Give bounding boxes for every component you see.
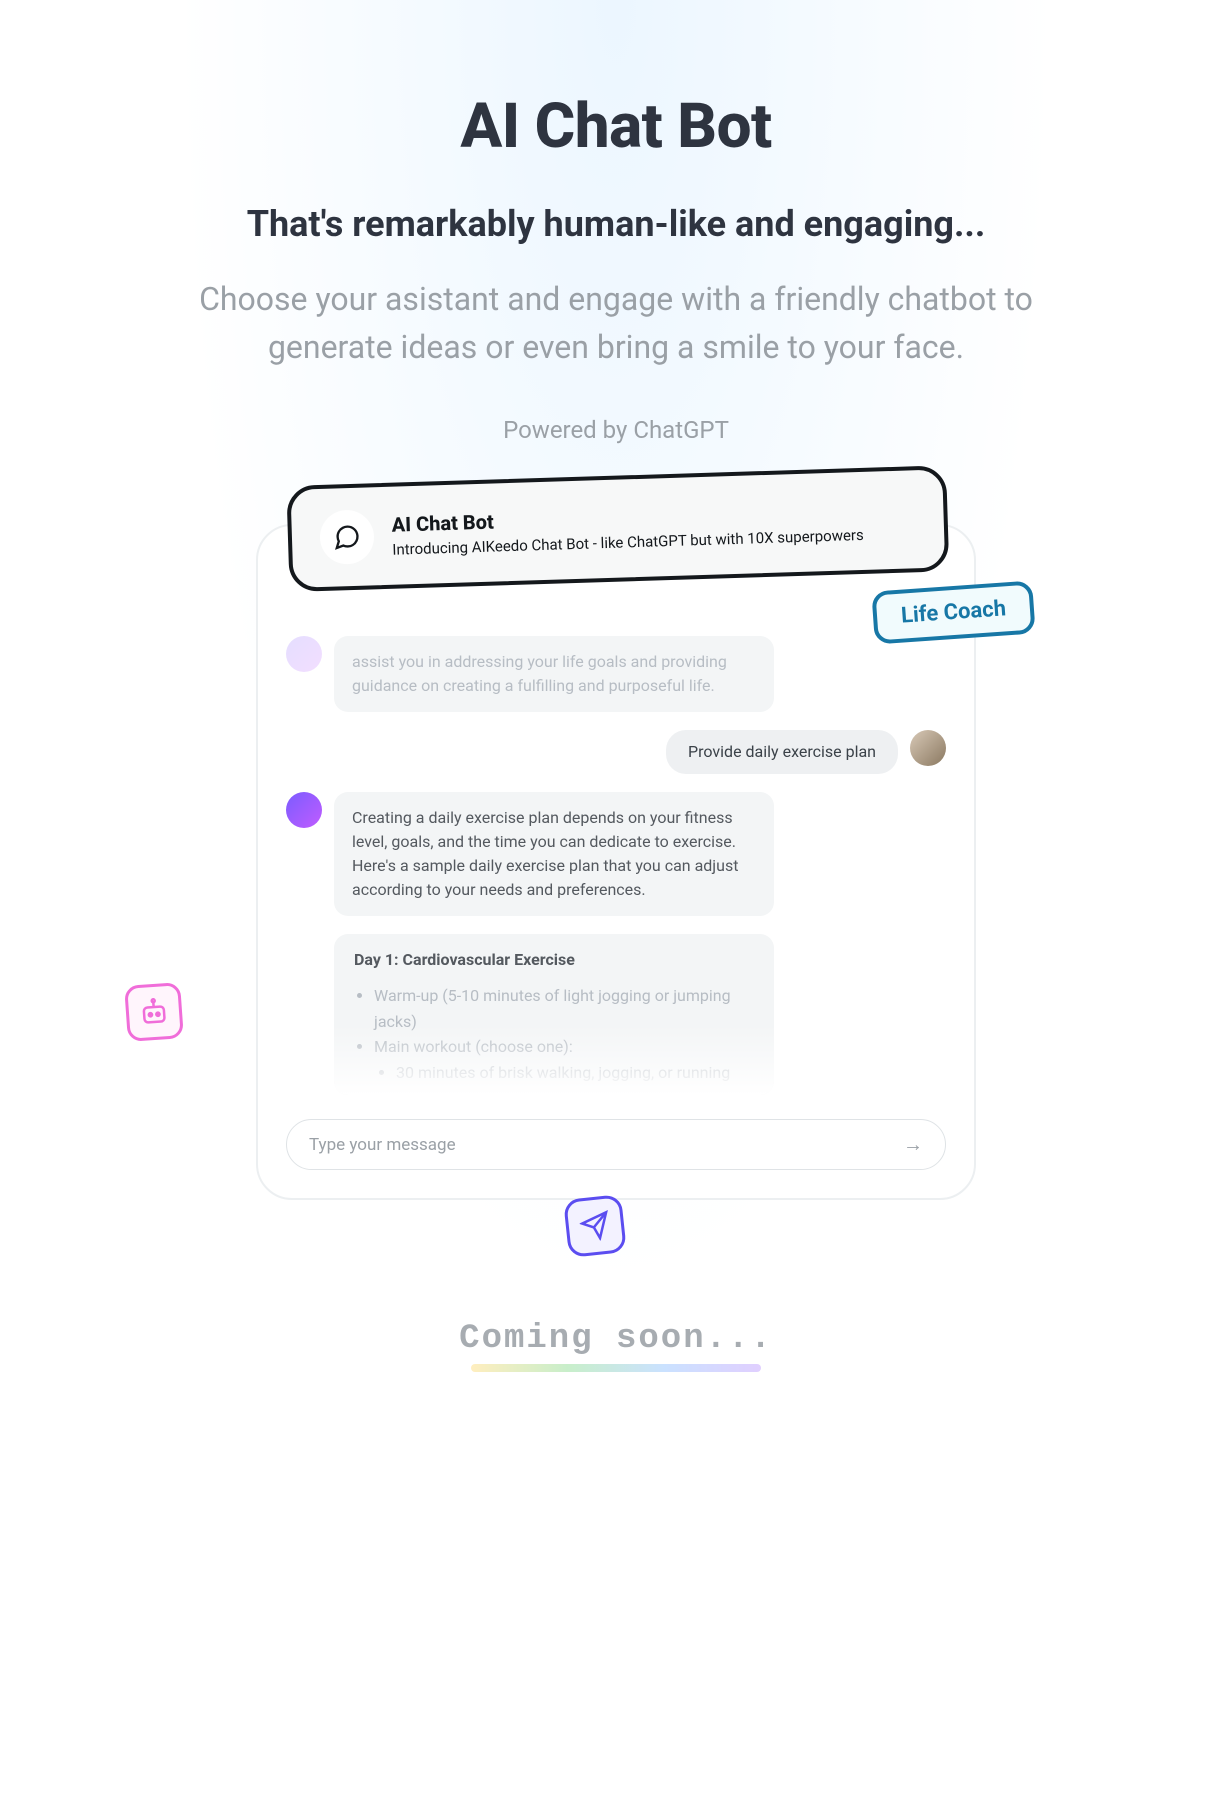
message-input[interactable]: Type your message → (286, 1119, 946, 1170)
bot-avatar (286, 792, 322, 828)
coming-soon-section: Coming soon... (0, 1320, 1232, 1372)
bot-intro-bubble: assist you in addressing your life goals… (334, 636, 774, 712)
chatbot-banner: AI Chat Bot Introducing AIKeedo Chat Bot… (286, 465, 949, 592)
coming-soon-text: Coming soon... (459, 1320, 773, 1358)
chat-area: AI Chat Bot Introducing AIKeedo Chat Bot… (256, 524, 976, 1200)
bot-avatar (286, 636, 322, 672)
user-row: Provide daily exercise plan (286, 730, 946, 774)
chat-panel: AI Chat Bot Introducing AIKeedo Chat Bot… (256, 524, 976, 1200)
user-avatar (910, 730, 946, 766)
send-arrow-icon[interactable]: → (903, 1132, 923, 1157)
compose-area: Type your message → (286, 1119, 946, 1170)
life-coach-badge: Life Coach (871, 580, 1035, 644)
bot-intro-row: assist you in addressing your life goals… (286, 636, 946, 712)
coming-soon-underline (471, 1364, 761, 1372)
robot-icon (124, 982, 184, 1042)
fade-overlay (334, 1025, 774, 1095)
paper-plane-icon (563, 1195, 627, 1259)
user-bubble: Provide daily exercise plan (666, 730, 898, 774)
powered-by: Powered by ChatGPT (0, 416, 1232, 444)
bot-reply-row: Creating a daily exercise plan depends o… (286, 792, 946, 916)
plan-title: Day 1: Cardiovascular Exercise (354, 950, 754, 969)
page-title: AI Chat Bot (0, 90, 1232, 163)
message-list: assist you in addressing your life goals… (286, 636, 946, 1095)
page-description: Choose your asistant and engage with a f… (166, 275, 1066, 371)
page-subtitle: That's remarkably human-like and engagin… (0, 203, 1232, 245)
exercise-plan-block: Day 1: Cardiovascular Exercise Warm-up (… (334, 934, 774, 1095)
message-placeholder: Type your message (309, 1135, 456, 1155)
chat-bubble-icon (319, 509, 375, 565)
bot-reply-bubble: Creating a daily exercise plan depends o… (334, 792, 774, 916)
